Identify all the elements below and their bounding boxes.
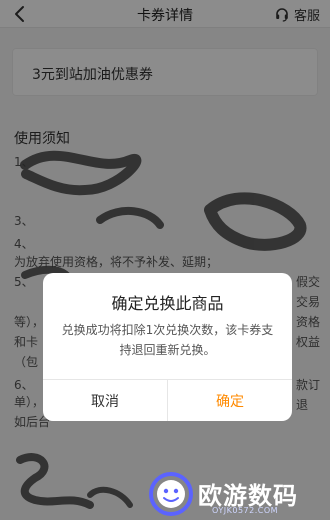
dialog-title: 确定兑换此商品 <box>111 294 224 313</box>
dialog-message: 兑换成功将扣除1次兑换次数，该卡券支持退回重新兑换。 <box>61 323 274 357</box>
cancel-button[interactable]: 取消 <box>43 380 167 421</box>
page: 卡券详情 客服 3元到站加油优惠券 使用须知 1、 3、 4、 为放弃使用资格，… <box>0 0 330 520</box>
modal-overlay[interactable] <box>0 0 330 520</box>
confirm-button[interactable]: 确定 <box>168 380 292 421</box>
confirm-dialog: 确定兑换此商品 兑换成功将扣除1次兑换次数，该卡券支持退回重新兑换。 取消 确定 <box>43 273 292 421</box>
